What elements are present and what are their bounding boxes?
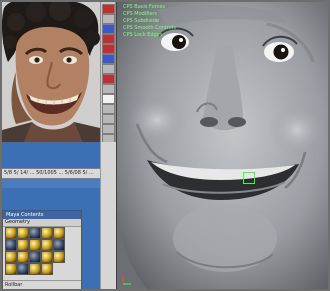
shelf-bar bbox=[2, 178, 100, 188]
material-swatch[interactable] bbox=[17, 239, 29, 251]
single-pane-layout-icon[interactable] bbox=[102, 104, 115, 114]
hud-line: CPS Modifiers bbox=[123, 11, 158, 17]
select-tool-icon[interactable] bbox=[102, 4, 115, 14]
material-swatch[interactable] bbox=[5, 227, 17, 239]
material-swatch[interactable] bbox=[41, 263, 53, 275]
rotate-tool-icon[interactable] bbox=[102, 44, 115, 54]
hud-line: CPS Smooth Controls bbox=[123, 25, 176, 31]
paint-select-tool-icon[interactable] bbox=[102, 24, 115, 34]
four-pane-layout-icon[interactable] bbox=[102, 114, 115, 124]
outliner-layout-icon[interactable] bbox=[102, 124, 115, 134]
smiling-head-3d-model-icon bbox=[117, 2, 328, 289]
material-swatch[interactable] bbox=[41, 239, 53, 251]
swatch-grid bbox=[5, 227, 77, 277]
scale-tool-icon[interactable] bbox=[102, 54, 115, 64]
locator-handle[interactable] bbox=[243, 172, 255, 184]
hud-line: CPS Subdivide bbox=[123, 18, 159, 24]
lasso-tool-icon[interactable] bbox=[102, 14, 115, 24]
material-swatch[interactable] bbox=[29, 251, 41, 263]
status-text: 5/8 5/ 14/ ... 50/1005 ... 5/6/08 5/ ... bbox=[4, 170, 94, 176]
material-swatch[interactable] bbox=[29, 263, 41, 275]
move-tool-icon[interactable] bbox=[102, 34, 115, 44]
material-swatch[interactable] bbox=[5, 263, 17, 275]
material-swatch[interactable] bbox=[41, 251, 53, 263]
geometry-section-header[interactable]: Geometry bbox=[3, 219, 81, 227]
tool-box bbox=[100, 2, 116, 144]
contents-window-title[interactable]: Maya Contents bbox=[3, 211, 81, 219]
hud-line: CPS Basis Forces bbox=[123, 4, 166, 10]
contents-window-footer: Rollbar bbox=[3, 280, 81, 289]
hud-line: CPS Lock Edges bbox=[123, 32, 163, 38]
material-swatch[interactable] bbox=[53, 251, 65, 263]
material-swatch[interactable] bbox=[5, 239, 17, 251]
material-swatch[interactable] bbox=[29, 239, 41, 251]
channel-box-strip[interactable] bbox=[100, 142, 117, 289]
material-swatch[interactable] bbox=[17, 251, 29, 263]
smiling-man-reference-photo-icon bbox=[2, 2, 100, 142]
material-swatch[interactable] bbox=[53, 227, 65, 239]
manipulator-tool-icon[interactable] bbox=[102, 64, 115, 74]
material-swatch[interactable] bbox=[53, 239, 65, 251]
reference-photo bbox=[2, 2, 100, 142]
material-swatch[interactable] bbox=[41, 227, 53, 239]
maya-workspace: 5/8 5/ 14/ ... 50/1005 ... 5/6/08 5/ ...… bbox=[0, 0, 330, 291]
material-swatch[interactable] bbox=[17, 227, 29, 239]
show-manipulator-icon[interactable] bbox=[102, 84, 115, 94]
contents-window[interactable]: Maya Contents Geometry Rollbar bbox=[2, 210, 82, 289]
material-swatch[interactable] bbox=[29, 227, 41, 239]
perspective-viewport[interactable]: CPS Basis Forces CPS Modifiers CPS Subdivi… bbox=[116, 2, 328, 289]
viewport-hud: CPS Basis Forces CPS Modifiers CPS Subdivi… bbox=[123, 4, 176, 39]
material-swatch[interactable] bbox=[5, 251, 17, 263]
material-swatch[interactable] bbox=[17, 263, 29, 275]
last-tool-icon[interactable] bbox=[102, 94, 115, 104]
soft-mod-tool-icon[interactable] bbox=[102, 74, 115, 84]
status-bar: 5/8 5/ 14/ ... 50/1005 ... 5/6/08 5/ ... bbox=[2, 168, 114, 179]
